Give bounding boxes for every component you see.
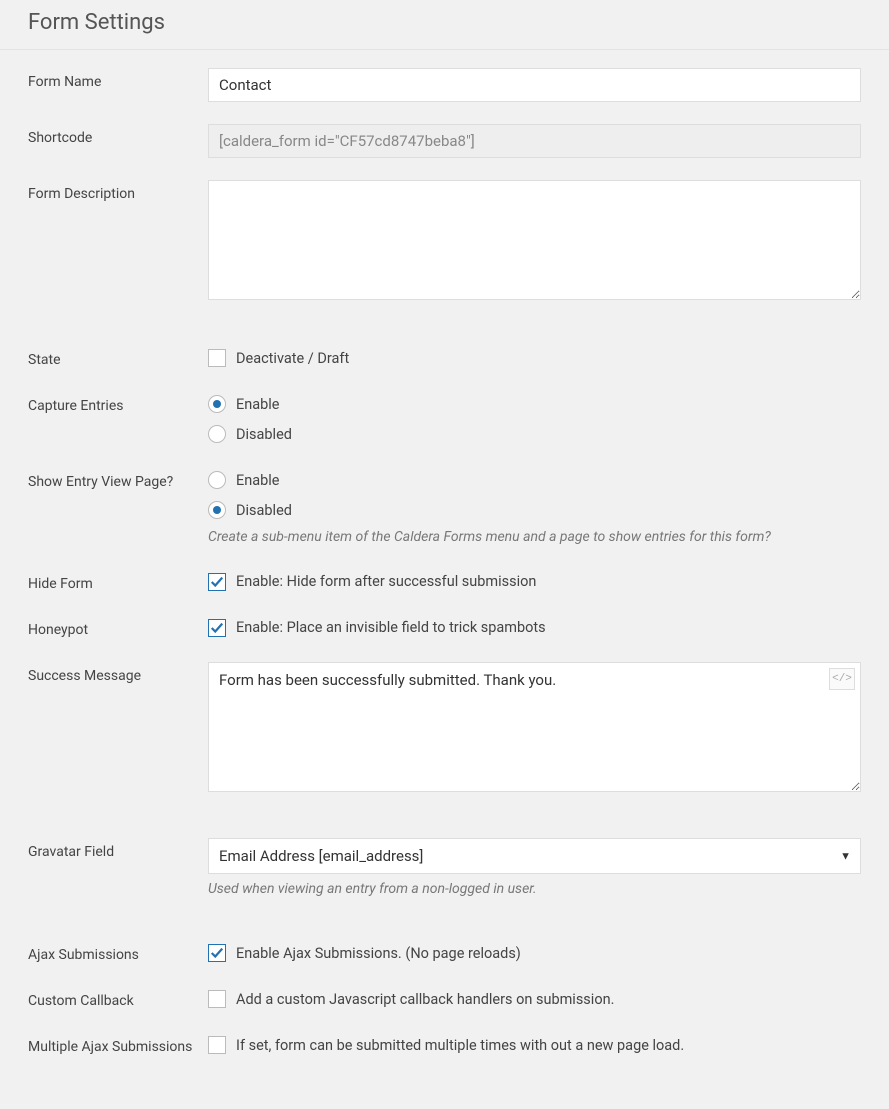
control-gravatar-field: Email Address [email_address] ▼ Used whe… <box>208 838 861 900</box>
state-checkbox-row: Deactivate / Draft <box>208 346 861 370</box>
label-ajax-submissions: Ajax Submissions <box>28 941 208 963</box>
callback-checkbox-row: Add a custom Javascript callback handler… <box>208 987 861 1011</box>
control-show-entry-view: Enable Disabled Create a sub-menu item o… <box>208 468 861 548</box>
control-hide-form: Enable: Hide form after successful submi… <box>208 570 861 594</box>
check-icon <box>210 621 224 635</box>
row-capture-entries: Capture Entries Enable Disabled <box>28 392 861 446</box>
hide-form-checkbox-label: Enable: Hide form after successful submi… <box>236 573 536 590</box>
control-capture-entries: Enable Disabled <box>208 392 861 446</box>
capture-enable-label: Enable <box>236 396 280 413</box>
entryview-helper: Create a sub-menu item of the Caldera Fo… <box>208 528 861 548</box>
label-state: State <box>28 346 208 368</box>
control-honeypot: Enable: Place an invisible field to tric… <box>208 616 861 640</box>
row-shortcode: Shortcode <box>28 124 861 158</box>
multiajax-checkbox[interactable] <box>208 1036 226 1054</box>
state-checkbox[interactable] <box>208 349 226 367</box>
label-success-message: Success Message <box>28 662 208 684</box>
entryview-enable-label: Enable <box>236 472 280 489</box>
label-gravatar-field: Gravatar Field <box>28 838 208 860</box>
check-icon <box>210 575 224 589</box>
success-textarea-wrap: Form has been successfully submitted. Th… <box>208 662 861 796</box>
row-custom-callback: Custom Callback Add a custom Javascript … <box>28 987 861 1011</box>
gravatar-helper: Used when viewing an entry from a non-lo… <box>208 880 861 900</box>
control-shortcode <box>208 124 861 158</box>
label-show-entry-view: Show Entry View Page? <box>28 468 208 490</box>
ajax-checkbox-row: Enable Ajax Submissions. (No page reload… <box>208 941 861 965</box>
callback-checkbox-label: Add a custom Javascript callback handler… <box>236 991 614 1008</box>
panel-header: Form Settings <box>0 0 889 50</box>
label-form-description: Form Description <box>28 180 208 202</box>
row-form-description: Form Description <box>28 180 861 304</box>
success-message-textarea[interactable]: Form has been successfully submitted. Th… <box>208 662 861 792</box>
form-body: Form Name Shortcode Form Description Sta… <box>0 50 889 1109</box>
entryview-disabled-label: Disabled <box>236 502 292 519</box>
label-multiple-ajax: Multiple Ajax Submissions <box>28 1033 208 1055</box>
honeypot-checkbox-row: Enable: Place an invisible field to tric… <box>208 616 861 640</box>
entryview-disabled-row: Disabled <box>208 498 861 522</box>
control-state: Deactivate / Draft <box>208 346 861 370</box>
hide-form-checkbox-row: Enable: Hide form after successful submi… <box>208 570 861 594</box>
row-form-name: Form Name <box>28 68 861 102</box>
entryview-enable-row: Enable <box>208 468 861 492</box>
label-shortcode: Shortcode <box>28 124 208 146</box>
ajax-checkbox-label: Enable Ajax Submissions. (No page reload… <box>236 945 521 962</box>
honeypot-checkbox[interactable] <box>208 619 226 637</box>
code-icon: </> <box>832 673 852 685</box>
row-ajax-submissions: Ajax Submissions Enable Ajax Submissions… <box>28 941 861 965</box>
check-icon <box>210 946 224 960</box>
entryview-enable-radio[interactable] <box>208 471 226 489</box>
hide-form-checkbox[interactable] <box>208 573 226 591</box>
label-capture-entries: Capture Entries <box>28 392 208 414</box>
ajax-checkbox[interactable] <box>208 944 226 962</box>
gravatar-select-wrap: Email Address [email_address] ▼ <box>208 838 861 874</box>
control-success-message: Form has been successfully submitted. Th… <box>208 662 861 796</box>
control-multiple-ajax: If set, form can be submitted multiple t… <box>208 1033 861 1057</box>
capture-disabled-radio[interactable] <box>208 425 226 443</box>
multiajax-checkbox-label: If set, form can be submitted multiple t… <box>236 1037 684 1054</box>
multiajax-checkbox-row: If set, form can be submitted multiple t… <box>208 1033 861 1057</box>
control-form-name <box>208 68 861 102</box>
capture-enable-row: Enable <box>208 392 861 416</box>
callback-checkbox[interactable] <box>208 990 226 1008</box>
row-state: State Deactivate / Draft <box>28 346 861 370</box>
code-toggle-button[interactable]: </> <box>829 668 855 690</box>
control-form-description <box>208 180 861 304</box>
form-settings-panel: Form Settings Form Name Shortcode Form D… <box>0 0 889 1109</box>
honeypot-checkbox-label: Enable: Place an invisible field to tric… <box>236 619 546 636</box>
row-gravatar-field: Gravatar Field Email Address [email_addr… <box>28 838 861 900</box>
form-name-input[interactable] <box>208 68 861 102</box>
control-custom-callback: Add a custom Javascript callback handler… <box>208 987 861 1011</box>
row-multiple-ajax: Multiple Ajax Submissions If set, form c… <box>28 1033 861 1057</box>
capture-enable-radio[interactable] <box>208 395 226 413</box>
label-form-name: Form Name <box>28 68 208 90</box>
capture-disabled-label: Disabled <box>236 426 292 443</box>
control-ajax-submissions: Enable Ajax Submissions. (No page reload… <box>208 941 861 965</box>
capture-disabled-row: Disabled <box>208 422 861 446</box>
row-show-entry-view: Show Entry View Page? Enable Disabled Cr… <box>28 468 861 548</box>
form-description-textarea[interactable] <box>208 180 861 300</box>
state-checkbox-label: Deactivate / Draft <box>236 350 349 367</box>
gravatar-select[interactable]: Email Address [email_address] <box>208 838 861 874</box>
panel-title: Form Settings <box>28 10 861 35</box>
label-honeypot: Honeypot <box>28 616 208 638</box>
row-hide-form: Hide Form Enable: Hide form after succes… <box>28 570 861 594</box>
row-success-message: Success Message Form has been successful… <box>28 662 861 796</box>
entryview-disabled-radio[interactable] <box>208 501 226 519</box>
row-honeypot: Honeypot Enable: Place an invisible fiel… <box>28 616 861 640</box>
shortcode-input[interactable] <box>208 124 861 158</box>
label-hide-form: Hide Form <box>28 570 208 592</box>
label-custom-callback: Custom Callback <box>28 987 208 1009</box>
